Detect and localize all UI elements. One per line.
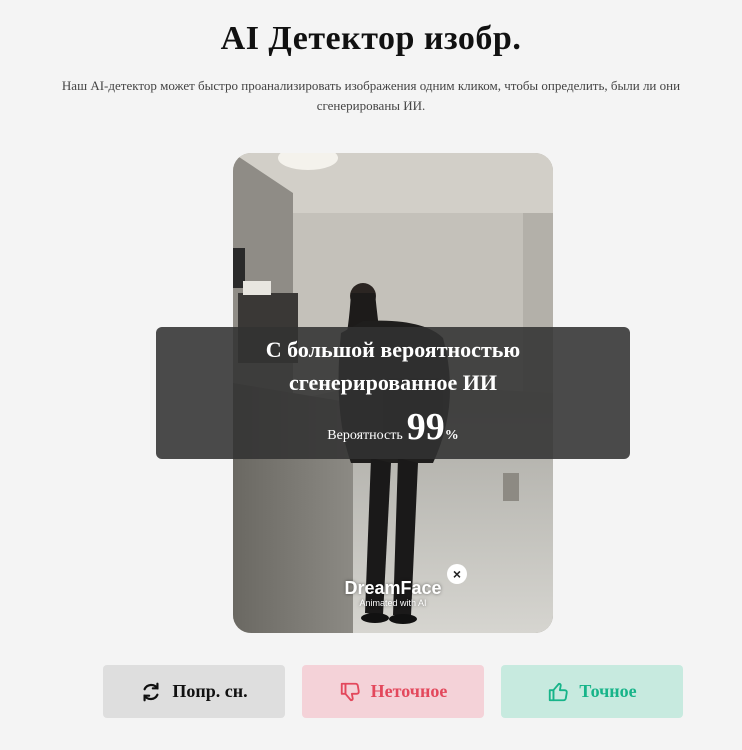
- probability-label: Вероятность: [327, 428, 403, 443]
- verdict-text: С большой вероятностью сгенерированное И…: [156, 333, 630, 399]
- probability-unit: %: [444, 428, 459, 443]
- inaccurate-button[interactable]: Неточное: [302, 665, 484, 718]
- thumbs-down-icon: [339, 681, 361, 703]
- watermark-tagline: Animated with AI: [359, 598, 427, 608]
- verdict-line-2: сгенерированное ИИ: [289, 370, 497, 395]
- refresh-icon: [140, 681, 162, 703]
- page-title: AI Детектор изобр.: [220, 20, 522, 57]
- thumbs-up-icon: [547, 681, 569, 703]
- probability-value: 99: [406, 406, 445, 448]
- probability-row: Вероятность 99%: [156, 405, 630, 449]
- watermark-brand: DreamFace: [344, 578, 442, 598]
- watermark-close-icon[interactable]: ×: [447, 564, 467, 584]
- detection-result-panel: С большой вероятностью сгенерированное И…: [156, 327, 630, 459]
- inaccurate-label: Неточное: [370, 681, 448, 701]
- verdict-line-1: С большой вероятностью: [265, 337, 521, 362]
- retry-label: Попр. сн.: [172, 681, 248, 701]
- retry-button[interactable]: Попр. сн.: [103, 665, 285, 718]
- accurate-label: Точное: [579, 681, 637, 701]
- accurate-button[interactable]: Точное: [501, 665, 683, 718]
- page-description: Наш AI-детектор может быстро проанализир…: [61, 78, 681, 113]
